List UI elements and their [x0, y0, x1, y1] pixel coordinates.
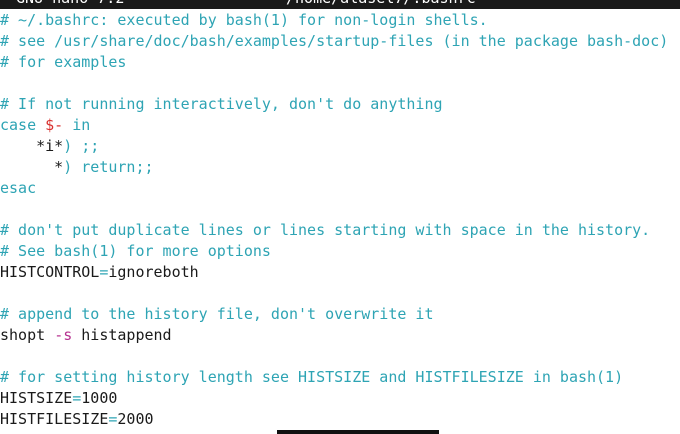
- code-line[interactable]: # don't put duplicate lines or lines sta…: [0, 220, 680, 241]
- code-token: shopt: [0, 326, 55, 344]
- code-token: HISTSIZE: [0, 389, 73, 407]
- code-token: # see /usr/share/doc/bash/examples/start…: [0, 32, 669, 50]
- code-token: $-: [45, 116, 64, 134]
- code-line[interactable]: # for setting history length see HISTSIZ…: [0, 367, 680, 388]
- code-token: ) ;;: [63, 137, 100, 155]
- code-token: # append to the history file, don't over…: [0, 305, 434, 323]
- code-token: *i*: [0, 137, 64, 155]
- code-token: case: [0, 116, 46, 134]
- code-token: # don't put duplicate lines or lines sta…: [0, 221, 651, 239]
- code-token: # If not running interactively, don't do…: [0, 95, 443, 113]
- code-token: =: [72, 389, 82, 407]
- code-line[interactable]: # see /usr/share/doc/bash/examples/start…: [0, 31, 680, 52]
- code-token: esac: [0, 179, 37, 197]
- code-token: # See bash(1) for more options: [0, 242, 271, 260]
- code-token: 1000: [81, 389, 118, 407]
- code-token: # for setting history length see HISTSIZ…: [0, 368, 624, 386]
- code-token: ignoreboth: [108, 263, 199, 281]
- code-line[interactable]: # ~/.bashrc: executed by bash(1) for non…: [0, 10, 680, 31]
- code-line[interactable]: [0, 199, 680, 220]
- code-token: histappend: [72, 326, 172, 344]
- code-line[interactable]: # If not running interactively, don't do…: [0, 94, 680, 115]
- code-token: # for examples: [0, 53, 127, 71]
- code-token: -s: [54, 326, 73, 344]
- code-token: 2000: [117, 410, 154, 428]
- code-line[interactable]: # for examples: [0, 52, 680, 73]
- code-line[interactable]: *) return;;: [0, 157, 680, 178]
- code-line[interactable]: [0, 346, 680, 367]
- code-line[interactable]: HISTSIZE=1000: [0, 388, 680, 409]
- title-bar: GNU nano 7.2 /home/alasel7/.bashrc: [0, 0, 680, 9]
- scrollbar[interactable]: [277, 430, 439, 434]
- code-line[interactable]: # See bash(1) for more options: [0, 241, 680, 262]
- code-line[interactable]: HISTCONTROL=ignoreboth: [0, 262, 680, 283]
- code-line[interactable]: HISTFILESIZE=2000: [0, 409, 680, 430]
- code-line[interactable]: case $- in: [0, 115, 680, 136]
- code-line[interactable]: shopt -s histappend: [0, 325, 680, 346]
- code-token: HISTFILESIZE: [0, 410, 109, 428]
- file-path: /home/alasel7/.bashrc: [286, 0, 476, 9]
- code-line[interactable]: [0, 283, 680, 304]
- app-name: GNU nano 7.2: [16, 0, 124, 9]
- editor-text-area[interactable]: # ~/.bashrc: executed by bash(1) for non…: [0, 10, 680, 430]
- code-token: in: [63, 116, 91, 134]
- code-line[interactable]: [0, 73, 680, 94]
- code-line[interactable]: # append to the history file, don't over…: [0, 304, 680, 325]
- code-token: ) return;;: [63, 158, 154, 176]
- code-token: HISTCONTROL: [0, 263, 100, 281]
- code-token: *: [0, 158, 64, 176]
- code-line[interactable]: *i*) ;;: [0, 136, 680, 157]
- code-line[interactable]: esac: [0, 178, 680, 199]
- code-token: # ~/.bashrc: executed by bash(1) for non…: [0, 11, 488, 29]
